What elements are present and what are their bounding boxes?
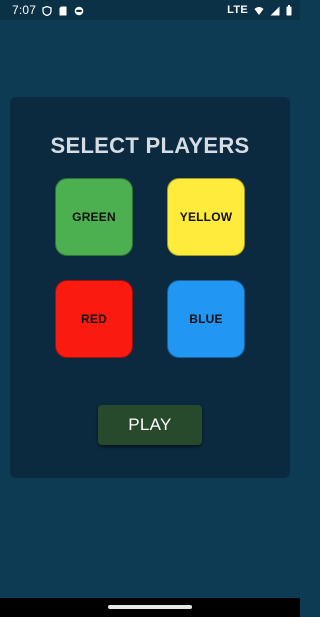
page-title: SELECT PLAYERS [50, 133, 250, 158]
face-icon [74, 5, 84, 16]
player-red-button[interactable]: RED [55, 280, 133, 358]
player-yellow-button[interactable]: YELLOW [167, 178, 245, 256]
status-time: 7:07 [12, 3, 37, 17]
signal-icon [270, 5, 280, 16]
home-gesture-handle[interactable] [108, 605, 192, 609]
play-label: PLAY [128, 415, 172, 434]
select-players-card: SELECT PLAYERS GREEN YELLOW RED BLUE PLA… [10, 97, 290, 478]
player-green-button[interactable]: GREEN [55, 178, 133, 256]
status-right: LTE [227, 4, 292, 16]
shield-icon [42, 5, 52, 17]
player-blue-button[interactable]: BLUE [167, 280, 245, 358]
network-type: LTE [227, 4, 248, 16]
battery-icon [286, 5, 292, 16]
play-button[interactable]: PLAY [98, 405, 202, 445]
sd-card-icon [58, 5, 68, 16]
player-label: RED [81, 312, 107, 326]
player-label: BLUE [189, 312, 223, 326]
player-label: YELLOW [179, 210, 233, 224]
player-label: GREEN [72, 210, 116, 224]
navigation-bar [0, 598, 300, 617]
status-bar: 7:07 LTE [0, 0, 300, 20]
status-left: 7:07 [12, 3, 84, 17]
wifi-icon [254, 5, 264, 15]
